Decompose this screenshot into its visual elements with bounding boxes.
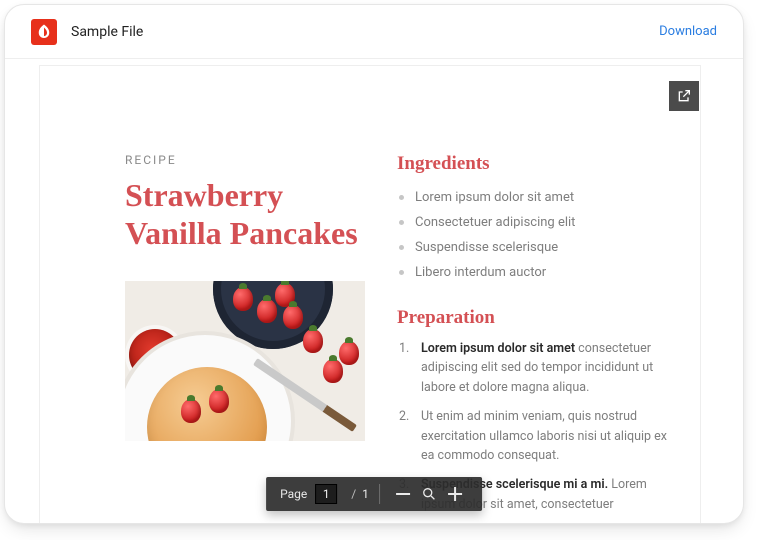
document-page: RECIPE Strawberry Vanilla Pancakes In xyxy=(39,65,701,523)
current-page-input[interactable]: 1 xyxy=(315,484,337,504)
list-item: Lorem ipsum dolor sit amet xyxy=(397,185,667,210)
list-item: Consectetuer adipiscing elit xyxy=(397,210,667,235)
file-title: Sample File xyxy=(71,24,143,40)
zoom-reset-button[interactable] xyxy=(416,481,442,507)
magnifier-icon xyxy=(421,486,437,502)
header-left: Sample File xyxy=(31,19,143,45)
list-item: Libero interdum auctor xyxy=(397,260,667,285)
page-separator: / xyxy=(351,487,356,501)
minus-icon xyxy=(396,493,410,495)
zoom-in-button[interactable] xyxy=(442,481,468,507)
recipe-photo xyxy=(125,281,365,441)
right-column: Ingredients Lorem ipsum dolor sit amet C… xyxy=(397,153,667,523)
recipe-title: Strawberry Vanilla Pancakes xyxy=(125,177,365,253)
page-indicator: Page 1 / 1 xyxy=(270,477,379,511)
page-label: Page xyxy=(280,487,307,501)
ingredients-list: Lorem ipsum dolor sit amet Consectetuer … xyxy=(397,185,667,285)
zoom-out-button[interactable] xyxy=(390,481,416,507)
pdf-toolbar: Page 1 / 1 xyxy=(266,477,482,511)
header-bar: Sample File Download xyxy=(5,5,743,59)
ingredients-heading: Ingredients xyxy=(397,153,667,175)
left-column: RECIPE Strawberry Vanilla Pancakes xyxy=(125,153,365,523)
pdf-icon xyxy=(31,19,57,45)
list-item: Ut enim ad minim veniam, quis nostrud ex… xyxy=(397,407,667,475)
preparation-heading: Preparation xyxy=(397,307,667,329)
pdf-viewer-frame: Sample File Download RECIPE Strawberry V… xyxy=(4,4,744,524)
total-pages: 1 xyxy=(362,487,369,501)
recipe-eyebrow: RECIPE xyxy=(125,153,365,167)
list-item: Suspendisse scelerisque xyxy=(397,235,667,260)
download-link[interactable]: Download xyxy=(659,24,717,39)
list-item: Lorem ipsum dolor sit amet consectetuer … xyxy=(397,339,667,407)
plus-icon xyxy=(448,487,462,501)
